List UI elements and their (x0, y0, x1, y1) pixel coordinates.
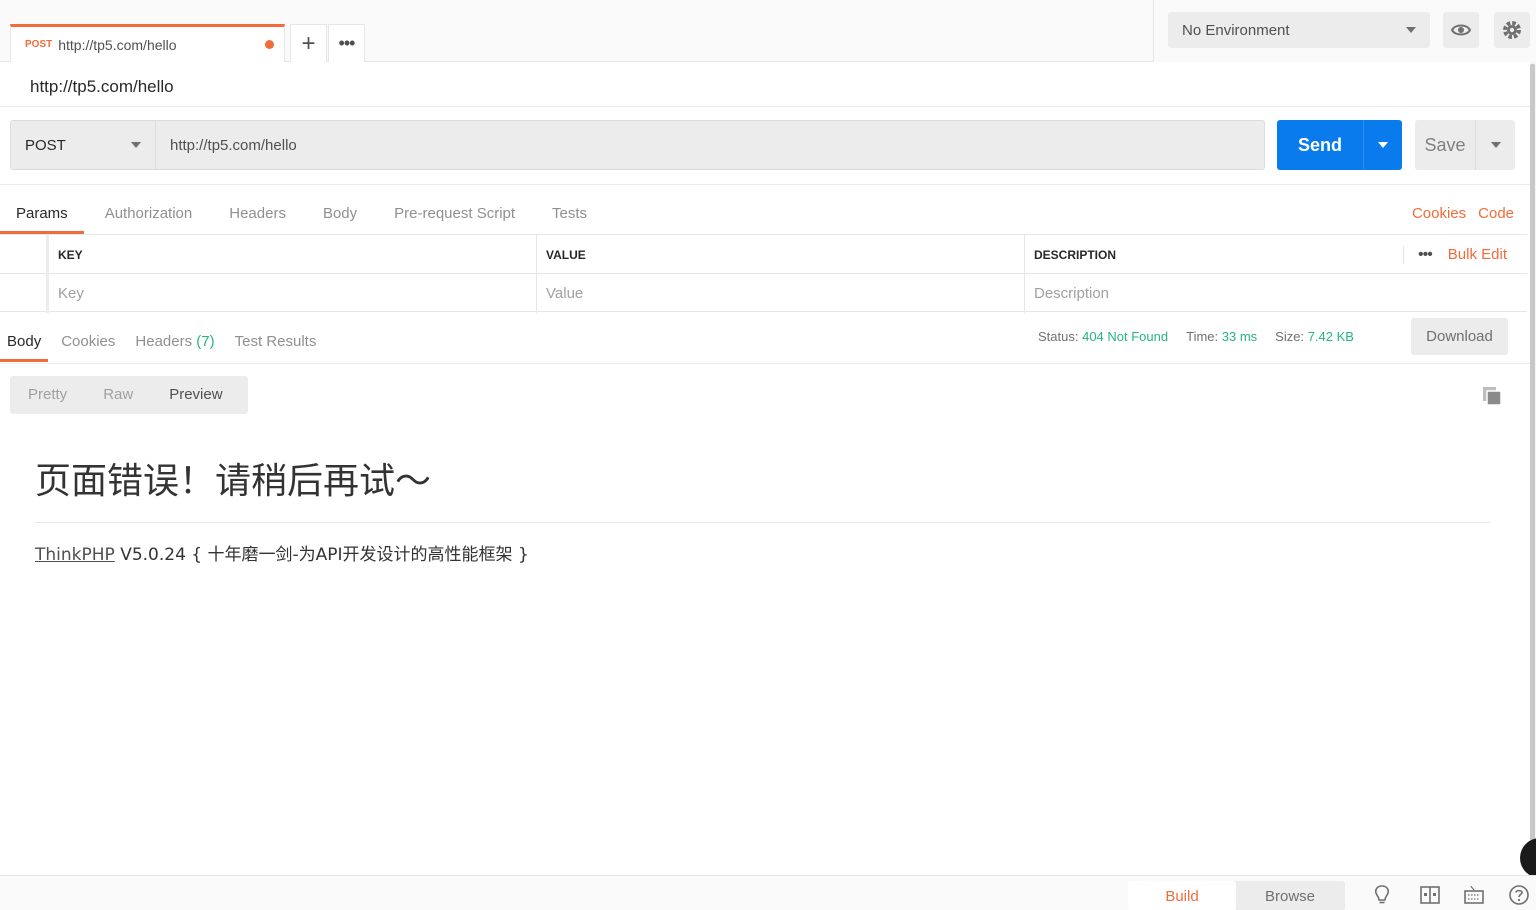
status-label: Status: (1038, 329, 1079, 344)
environment-select[interactable]: No Environment (1168, 12, 1430, 48)
eye-icon (1451, 24, 1471, 36)
tab-tests[interactable]: Tests (536, 196, 603, 234)
tab-headers[interactable]: Headers (213, 196, 302, 234)
request-links: Cookies Code (1412, 196, 1514, 234)
preview-footer-text: V5.0.24 { 十年磨一剑-为API开发设计的高性能框架 } (114, 545, 529, 565)
save-button[interactable]: Save (1415, 120, 1515, 170)
environment-label: No Environment (1182, 21, 1290, 39)
chevron-down-icon (1378, 142, 1388, 148)
time-meta[interactable]: Time: 33 ms (1186, 329, 1257, 345)
params-more-button[interactable]: ••• (1402, 245, 1433, 264)
preview-footer: ThinkPHP V5.0.24 { 十年磨一剑-为API开发设计的高性能框架 … (35, 540, 529, 565)
chevron-down-icon (1490, 142, 1501, 148)
method-label: POST (25, 136, 66, 154)
save-options-button[interactable] (1476, 142, 1515, 148)
new-tab-button[interactable]: + (290, 24, 327, 62)
time-label: Time: (1186, 329, 1219, 344)
response-tab-body[interactable]: Body (0, 324, 49, 362)
divider (0, 106, 1530, 107)
mode-toggle: Build Browse (1128, 881, 1345, 910)
status-bar: Build Browse (0, 875, 1536, 910)
keyboard-shortcuts-icon[interactable] (1463, 884, 1485, 906)
response-tab-cookies[interactable]: Cookies (54, 324, 122, 362)
key-input[interactable]: Key (49, 274, 537, 313)
request-tabs: Params Authorization Headers Body Pre-re… (0, 196, 608, 234)
divider (35, 522, 1490, 523)
code-link[interactable]: Code (1478, 196, 1514, 234)
send-button[interactable]: Send (1277, 120, 1402, 170)
tab-pre-request-script[interactable]: Pre-request Script (378, 196, 531, 234)
table-row: Key Value Description (0, 274, 1527, 313)
send-label: Send (1297, 134, 1342, 155)
chevron-down-icon (131, 142, 141, 148)
url-input[interactable]: http://tp5.com/hello (155, 120, 1265, 170)
request-name[interactable]: http://tp5.com/hello (30, 77, 174, 97)
time-value: 33 ms (1221, 329, 1258, 344)
preview-title: 页面错误！请稍后再试～ (35, 461, 432, 502)
value-input[interactable]: Value (537, 274, 1025, 313)
column-header-value: VALUE (537, 235, 1025, 274)
thinkphp-link[interactable]: ThinkPHP (35, 545, 115, 565)
help-icon[interactable] (1508, 884, 1530, 906)
status-value: 404 Not Found (1082, 329, 1169, 344)
params-table: KEY VALUE DESCRIPTION ••• Bulk Edit Key … (0, 234, 1527, 313)
save-label: Save (1424, 134, 1466, 155)
checkbox-column (0, 235, 49, 274)
response-meta: Status: 404 Not Found Time: 33 ms Size: … (1038, 329, 1354, 345)
settings-button[interactable] (1494, 12, 1530, 48)
request-tab[interactable]: POST http://tp5.com/hello (10, 24, 285, 62)
environment-quick-look-button[interactable] (1443, 12, 1479, 48)
more-tabs-button[interactable]: ••• (328, 24, 365, 62)
status-meta[interactable]: Status: 404 Not Found (1038, 329, 1168, 345)
column-header-key: KEY (49, 235, 537, 274)
unsaved-dot-icon (265, 40, 274, 49)
view-preview[interactable]: Preview (151, 376, 240, 414)
copy-icon[interactable] (1481, 385, 1503, 407)
method-select[interactable]: POST (10, 120, 156, 170)
bulk-edit-link[interactable]: Bulk Edit (1448, 246, 1507, 263)
tab-body[interactable]: Body (307, 196, 373, 234)
tab-bar: POST http://tp5.com/hello + ••• No Envir… (0, 0, 1536, 62)
params-tools: ••• Bulk Edit (1402, 235, 1507, 274)
download-button[interactable]: Download (1411, 318, 1508, 355)
view-raw[interactable]: Raw (85, 376, 151, 414)
response-tab-headers-label: Headers (135, 333, 193, 350)
table-header-row: KEY VALUE DESCRIPTION (0, 235, 1527, 274)
response-tabs: Body Cookies Headers (7) Test Results (0, 324, 329, 362)
cookies-link[interactable]: Cookies (1412, 196, 1466, 234)
gear-icon (1503, 21, 1521, 39)
send-options-button[interactable] (1364, 142, 1402, 148)
response-tab-test-results[interactable]: Test Results (228, 324, 324, 362)
response-tab-headers[interactable]: Headers (7) (128, 324, 221, 362)
tab-url: http://tp5.com/hello (58, 36, 177, 53)
tab-authorization[interactable]: Authorization (89, 196, 209, 234)
divider (0, 363, 1530, 364)
floating-button[interactable] (1520, 838, 1536, 878)
tab-method: POST (25, 39, 53, 50)
chevron-down-icon (1406, 27, 1416, 33)
browse-mode-button[interactable]: Browse (1236, 881, 1344, 910)
size-label: Size: (1275, 329, 1305, 344)
divider (0, 184, 1530, 185)
headers-count-badge: (7) (196, 333, 215, 350)
row-checkbox[interactable] (0, 274, 49, 313)
view-mode-toggle: Pretty Raw Preview (10, 376, 248, 414)
scrollbar-thumb[interactable] (1530, 64, 1535, 854)
size-value: 7.42 KB (1307, 329, 1354, 344)
view-pretty[interactable]: Pretty (10, 376, 85, 414)
size-meta[interactable]: Size: 7.42 KB (1275, 329, 1354, 345)
description-input[interactable]: Description (1025, 274, 1527, 313)
lightbulb-icon[interactable] (1371, 884, 1393, 906)
two-pane-view-icon[interactable] (1419, 884, 1441, 906)
build-mode-button[interactable]: Build (1128, 881, 1236, 910)
tab-params[interactable]: Params (0, 196, 84, 234)
environment-area: No Environment (1153, 0, 1536, 62)
